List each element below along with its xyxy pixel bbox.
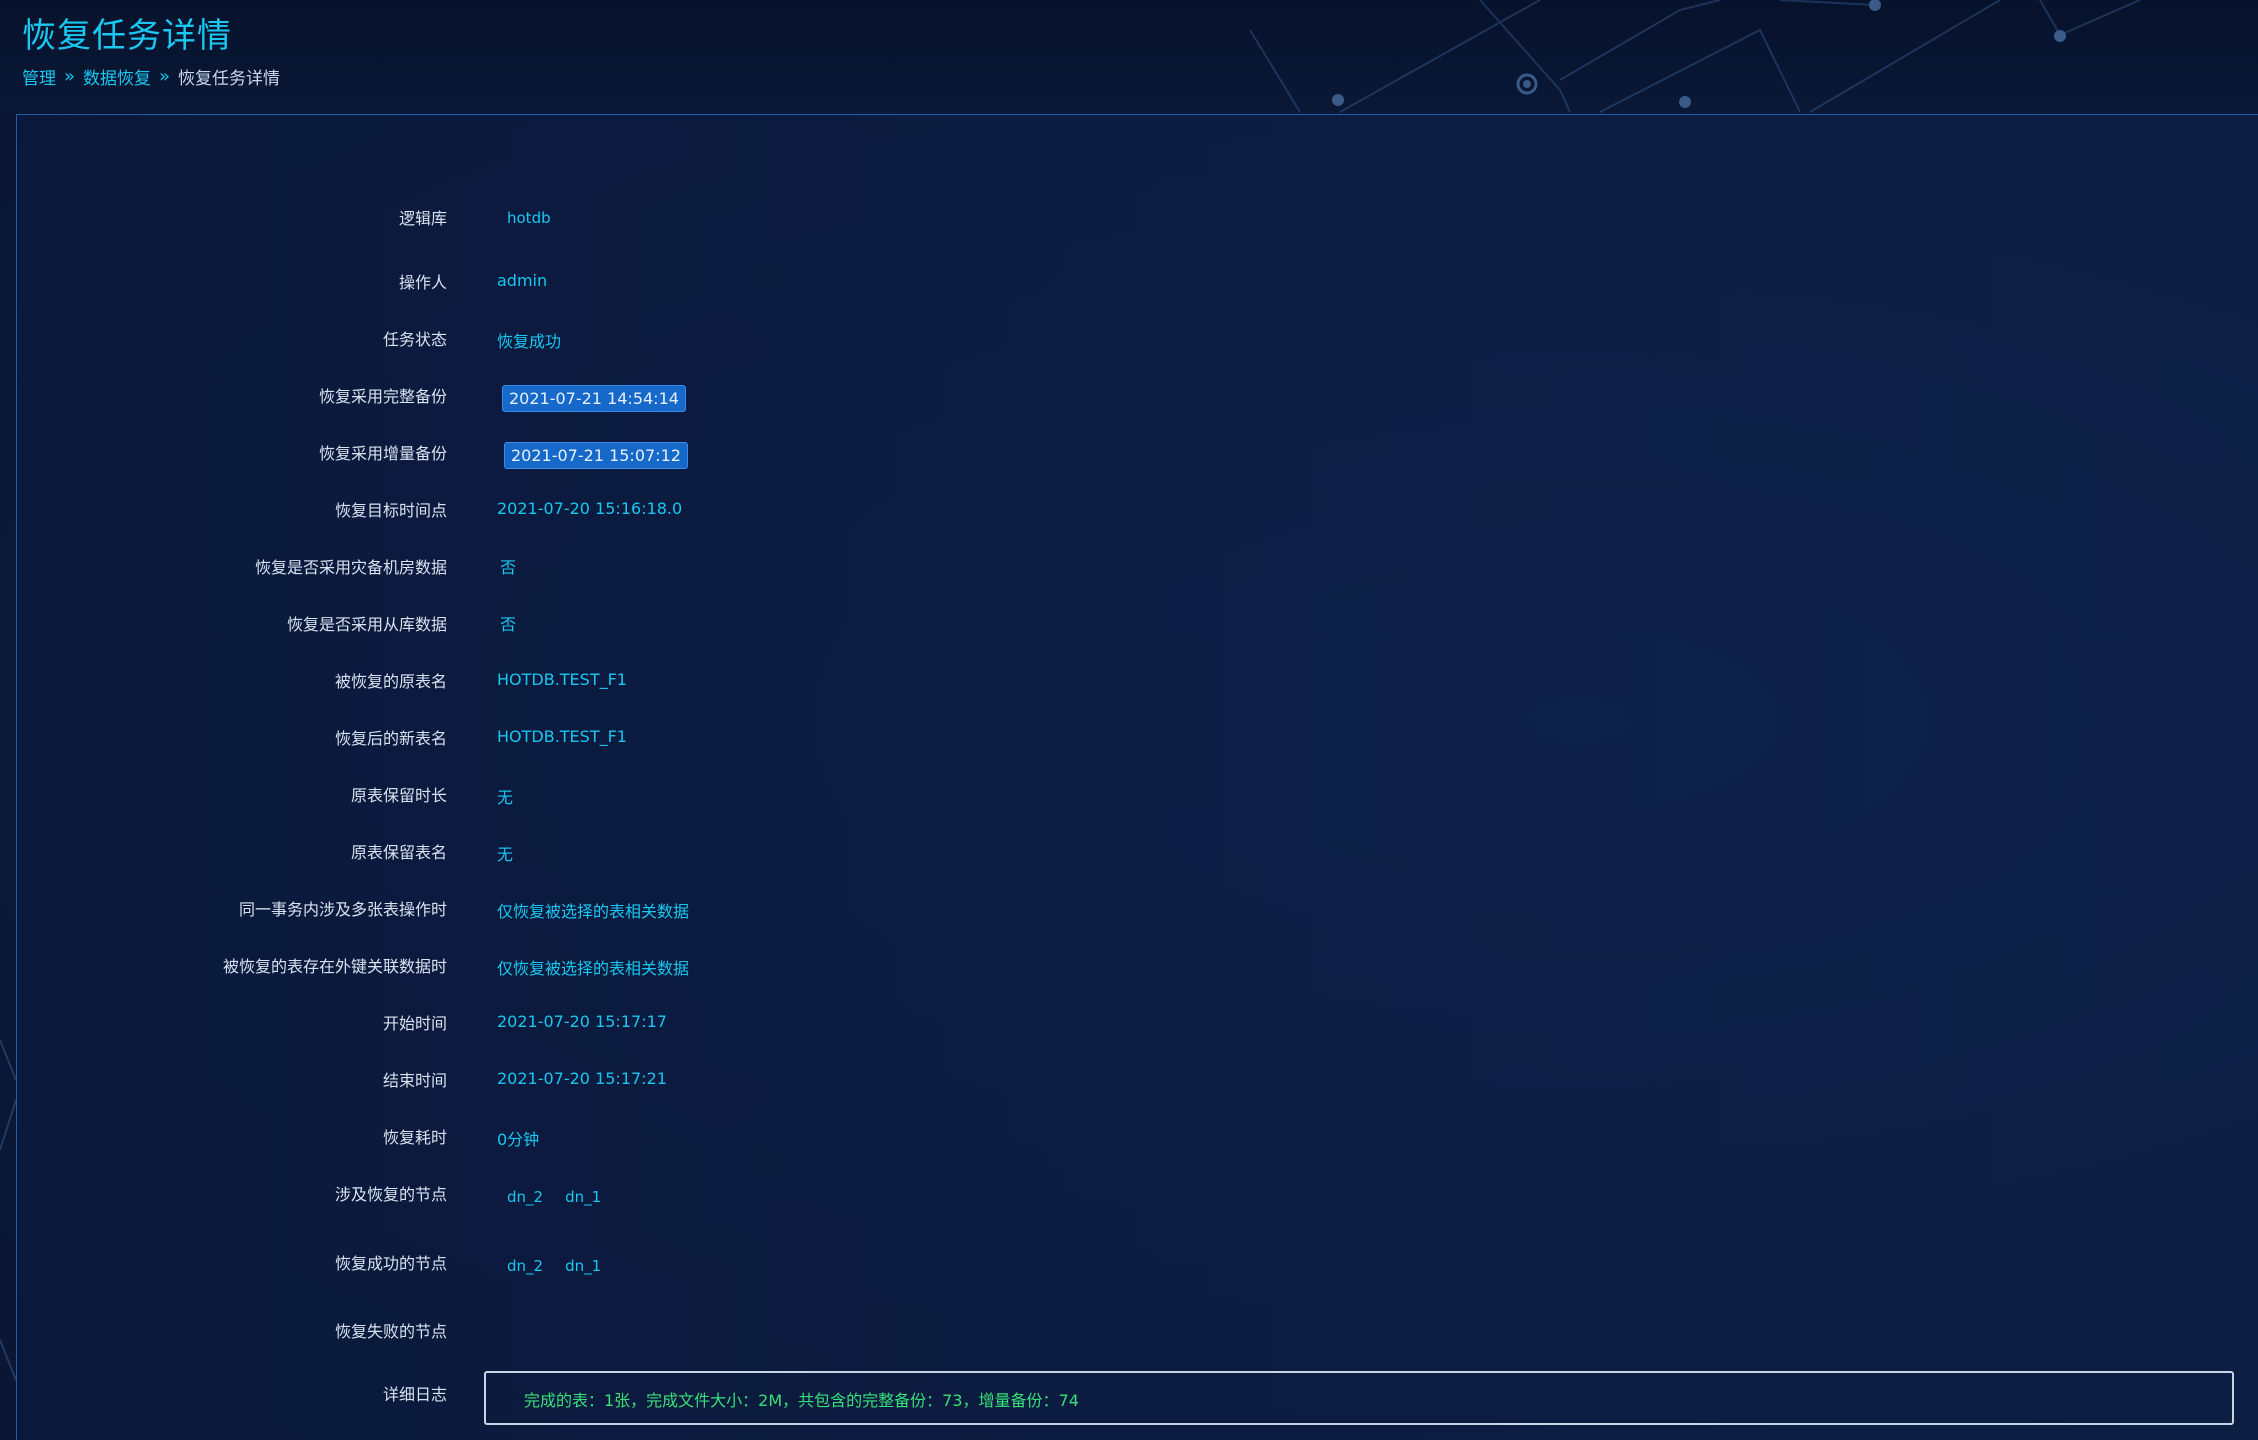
detail-label: 任务状态 (382, 330, 447, 349)
log-box[interactable]: 完成的表：1张，完成文件大小：2M，共包含的完整备份：73，增量备份：74 (484, 1371, 2234, 1425)
detail-value: HOTDB.TEST_F1 (497, 727, 627, 746)
detail-row-fk-related: 被恢复的表存在外键关联数据时 仅恢复被选择的表相关数据 (17, 945, 2217, 985)
detail-value: 仅恢复被选择的表相关数据 (497, 902, 690, 921)
detail-row-logic-db: 逻辑库 hotdb (17, 197, 2217, 237)
detail-panel: 逻辑库 hotdb 操作人 admin 任务状态 恢复成功 恢复采用完整备份 2… (16, 114, 2258, 1440)
detail-label: 原表保留时长 (350, 786, 447, 805)
detail-value: 仅恢复被选择的表相关数据 (497, 959, 690, 978)
detail-value: 否 (500, 615, 517, 634)
detail-row-task-status: 任务状态 恢复成功 (17, 318, 2217, 358)
breadcrumb-manage-link[interactable]: 管理 (22, 64, 56, 89)
detail-row-end-time: 结束时间 2021-07-20 15:17:21 (17, 1059, 2217, 1099)
detail-label: 被恢复的表存在外键关联数据时 (222, 957, 447, 976)
detail-row-operator: 操作人 admin (17, 261, 2217, 301)
page-title: 恢复任务详情 (22, 16, 232, 56)
detail-value: hotdb (507, 209, 551, 227)
detail-value: 2021-07-20 15:17:21 (497, 1069, 667, 1088)
detail-row-use-slave-data: 恢复是否采用从库数据 否 (17, 603, 2217, 643)
detail-row-incr-backup: 恢复采用增量备份 2021-07-21 15:07:12 (17, 432, 2217, 472)
detail-value-wrap: 2021-07-21 14:54:14 (502, 385, 686, 412)
detail-row-duration: 恢复耗时 0分钟 (17, 1116, 2217, 1156)
detail-row-full-backup: 恢复采用完整备份 2021-07-21 14:54:14 (17, 375, 2217, 415)
detail-value: 无 (497, 845, 514, 864)
detail-label: 恢复目标时间点 (334, 501, 447, 520)
detail-label: 原表保留表名 (350, 843, 447, 862)
status-badge: 恢复成功 (497, 332, 562, 351)
detail-row-new-table: 恢复后的新表名 HOTDB.TEST_F1 (17, 717, 2217, 757)
full-backup-chip[interactable]: 2021-07-21 14:54:14 (502, 385, 686, 412)
detail-label: 恢复后的新表名 (334, 729, 447, 748)
detail-label: 恢复是否采用从库数据 (286, 615, 447, 634)
breadcrumb-data-restore-link[interactable]: 数据恢复 (83, 64, 151, 89)
detail-row-success-nodes: 恢复成功的节点 dn_2 dn_1 (17, 1242, 2217, 1282)
node-tag: dn_1 (565, 1257, 602, 1275)
detail-label: 恢复耗时 (382, 1128, 447, 1147)
detail-row-failed-nodes: 恢复失败的节点 (17, 1310, 2217, 1350)
node-tag: dn_2 (507, 1188, 544, 1206)
detail-row-target-time: 恢复目标时间点 2021-07-20 15:16:18.0 (17, 489, 2217, 529)
detail-row-involved-nodes: 涉及恢复的节点 dn_2 dn_1 (17, 1173, 2217, 1213)
breadcrumb-separator-icon: » (64, 66, 76, 87)
detail-label: 结束时间 (382, 1071, 447, 1090)
breadcrumb: 管理 » 数据恢复 » 恢复任务详情 (22, 64, 280, 89)
detail-row-use-dr-data: 恢复是否采用灾备机房数据 否 (17, 546, 2217, 586)
incr-backup-chip[interactable]: 2021-07-21 15:07:12 (504, 442, 688, 469)
breadcrumb-current: 恢复任务详情 (178, 69, 281, 89)
detail-row-start-time: 开始时间 2021-07-20 15:17:17 (17, 1002, 2217, 1042)
detail-label: 被恢复的原表名 (334, 672, 447, 691)
detail-value: 2021-07-20 15:17:17 (497, 1012, 667, 1031)
detail-value-wrap: 2021-07-21 15:07:12 (504, 442, 688, 469)
page-header: 恢复任务详情 管理 » 数据恢复 » 恢复任务详情 (0, 0, 2258, 112)
detail-label: 恢复失败的节点 (334, 1322, 447, 1341)
detail-row-multi-table-txn: 同一事务内涉及多张表操作时 仅恢复被选择的表相关数据 (17, 888, 2217, 928)
log-text: 完成的表：1张，完成文件大小：2M，共包含的完整备份：73，增量备份：74 (524, 1391, 1079, 1410)
node-tag: dn_2 (507, 1257, 544, 1275)
detail-value: 无 (497, 788, 514, 807)
detail-row-orig-table: 被恢复的原表名 HOTDB.TEST_F1 (17, 660, 2217, 700)
detail-value: 否 (500, 558, 517, 577)
detail-label: 操作人 (398, 273, 447, 292)
detail-value: admin (497, 271, 548, 290)
detail-value: 0分钟 (497, 1130, 540, 1149)
breadcrumb-separator-icon: » (159, 66, 171, 87)
detail-label: 恢复采用增量备份 (318, 444, 447, 463)
detail-row-keep-duration: 原表保留时长 无 (17, 774, 2217, 814)
detail-row-keep-name: 原表保留表名 无 (17, 831, 2217, 871)
detail-label: 恢复是否采用灾备机房数据 (254, 558, 447, 577)
page: 恢复任务详情 管理 » 数据恢复 » 恢复任务详情 逻辑库 hotdb 操作人 … (0, 0, 2258, 1440)
node-tag: dn_1 (565, 1188, 602, 1206)
detail-row-log: 详细日志 完成的表：1张，完成文件大小：2M，共包含的完整备份：73，增量备份：… (17, 1371, 2234, 1431)
detail-label: 开始时间 (382, 1014, 447, 1033)
node-list: dn_2 dn_1 (507, 1256, 623, 1275)
node-list: dn_2 dn_1 (507, 1187, 623, 1206)
detail-label: 恢复采用完整备份 (318, 387, 447, 406)
detail-label: 逻辑库 (398, 209, 447, 228)
detail-label: 涉及恢复的节点 (334, 1185, 447, 1204)
detail-value: HOTDB.TEST_F1 (497, 670, 627, 689)
detail-label: 同一事务内涉及多张表操作时 (238, 900, 447, 919)
detail-label: 恢复成功的节点 (334, 1254, 447, 1273)
detail-value: 2021-07-20 15:16:18.0 (497, 499, 683, 518)
detail-label: 详细日志 (382, 1385, 447, 1404)
